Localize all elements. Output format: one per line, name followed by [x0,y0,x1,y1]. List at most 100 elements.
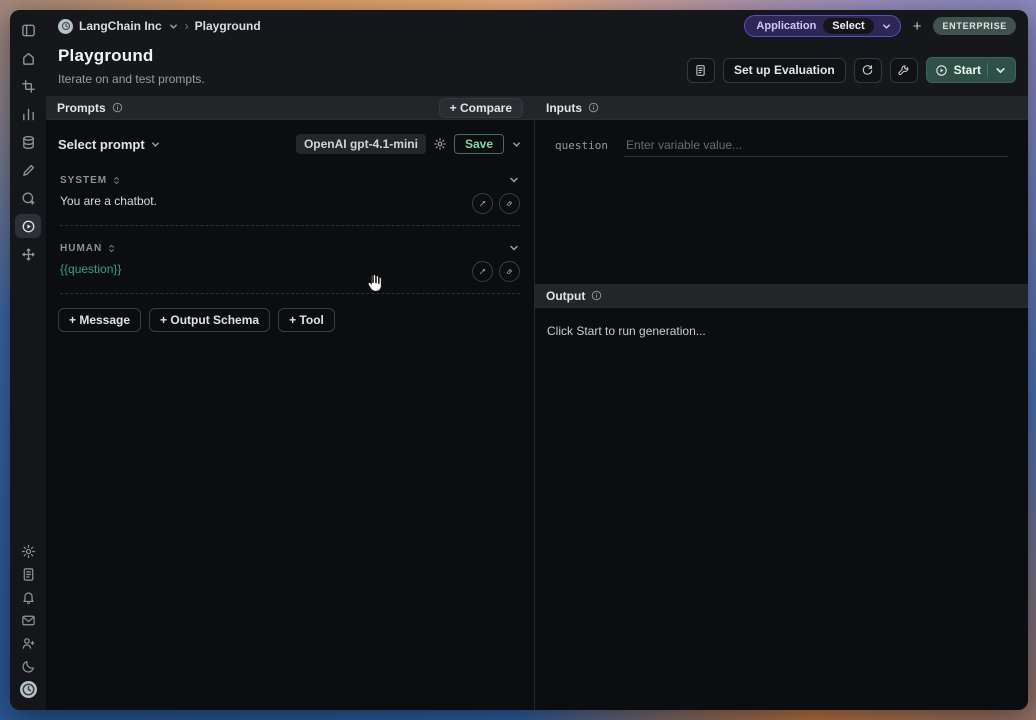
home-icon[interactable] [15,46,41,70]
inputs-title: Inputs [546,101,582,115]
account-avatar-circle [20,681,37,698]
wand-icon [479,266,486,277]
chevron-down-icon[interactable] [881,21,892,32]
sidebar-toggle-icon[interactable] [15,18,41,42]
message-block-system: SYSTEM You are a chatbot. [60,174,520,226]
save-button[interactable]: Save [454,134,504,154]
output-title: Output [546,289,585,303]
datasets-icon[interactable] [15,130,41,154]
add-buttons-row: + Message + Output Schema + Tool [58,308,522,332]
add-button[interactable]: + [911,19,924,34]
docs-icon[interactable] [15,564,41,584]
role-updown-icon[interactable] [112,176,121,185]
prompts-icon[interactable] [15,186,41,210]
wand-button[interactable] [472,193,493,214]
page-subtitle: Iterate on and test prompts. [58,72,205,86]
io-pane: Inputs question Output [535,96,1028,710]
application-value[interactable]: Select [823,18,873,34]
wand-icon [479,198,486,209]
info-icon[interactable] [112,102,123,113]
settings-icon[interactable] [15,541,41,561]
variable-name: question [555,139,608,152]
role-label[interactable]: SYSTEM [60,175,107,186]
application-select[interactable]: Application Select [744,15,900,37]
info-icon[interactable] [591,290,602,301]
setup-evaluation-button[interactable]: Set up Evaluation [723,58,846,83]
prompt-toolbar: Select prompt OpenAI gpt-4.1-mini Save [58,130,522,158]
message-actions [472,193,520,214]
message-body: {{question}} [60,261,520,282]
enterprise-badge: ENTERPRISE [933,17,1016,35]
application-label: Application [756,20,816,32]
deployments-icon[interactable] [15,242,41,266]
title-actions: Set up Evaluation Start [687,57,1016,83]
content-split: Prompts + Compare Select prompt [46,96,1028,710]
title-bar: Playground Iterate on and test prompts. … [46,42,1028,96]
select-prompt-label: Select prompt [58,137,145,152]
dashboards-icon[interactable] [15,102,41,126]
model-settings-gear-icon[interactable] [433,137,447,151]
add-tool-button[interactable]: + Tool [278,308,335,332]
main-area: LangChain Inc › Playground Application S… [46,10,1028,710]
output-body: Click Start to run generation... [535,308,1028,710]
chevron-down-icon[interactable] [511,139,522,150]
org-avatar [58,19,73,34]
prompts-body: Select prompt OpenAI gpt-4.1-mini Save [46,120,534,710]
collapse-chevron-icon[interactable] [508,174,520,186]
select-prompt-dropdown[interactable]: Select prompt [58,137,161,152]
eraser-button[interactable] [499,261,520,282]
eraser-button[interactable] [499,193,520,214]
output-empty-text: Click Start to run generation... [547,324,1016,338]
start-divider [987,63,988,77]
refresh-button[interactable] [854,58,882,83]
commit-doc-button[interactable] [687,58,715,83]
message-content[interactable]: You are a chatbot. [60,193,464,210]
tracing-icon[interactable] [15,74,41,98]
moon-icon[interactable] [15,656,41,676]
prompts-pane: Prompts + Compare Select prompt [46,96,535,710]
playground-icon[interactable] [15,214,41,238]
output-header: Output [535,284,1028,308]
eraser-icon [506,198,513,209]
wrench-icon [897,64,910,77]
title-block: Playground Iterate on and test prompts. [58,46,205,86]
annotation-icon[interactable] [15,158,41,182]
app-window: LangChain Inc › Playground Application S… [10,10,1028,710]
icon-rail [10,10,46,710]
top-right-controls: Application Select + ENTERPRISE [744,15,1016,37]
inputs-header: Inputs [535,96,1028,120]
message-content[interactable]: {{question}} [60,261,464,278]
role-label[interactable]: HUMAN [60,243,102,254]
account-avatar[interactable] [15,679,41,699]
invite-user-icon[interactable] [15,633,41,653]
tools-button[interactable] [890,58,918,83]
notifications-icon[interactable] [15,587,41,607]
variable-value-input[interactable] [624,134,1008,157]
top-bar: LangChain Inc › Playground Application S… [46,10,1028,42]
message-actions [472,261,520,282]
compare-button[interactable]: + Compare [439,98,523,118]
model-selector[interactable]: OpenAI gpt-4.1-mini [296,134,426,154]
refresh-icon [861,64,874,77]
start-button[interactable]: Start [926,57,1016,83]
play-circle-icon [935,64,948,77]
start-label: Start [954,63,981,77]
add-message-button[interactable]: + Message [58,308,141,332]
message-head: HUMAN [60,242,520,254]
desktop: { "breadcrumb": { "org": "LangChain Inc"… [0,0,1036,720]
role-updown-icon[interactable] [107,244,116,253]
info-icon[interactable] [588,102,599,113]
collapse-chevron-icon[interactable] [508,242,520,254]
breadcrumb-page[interactable]: Playground [195,19,261,33]
wand-button[interactable] [472,261,493,282]
mail-icon[interactable] [15,610,41,630]
prompts-title: Prompts [57,101,106,115]
prompts-header: Prompts + Compare [46,96,534,120]
message-head: SYSTEM [60,174,520,186]
message-body: You are a chatbot. [60,193,520,214]
breadcrumb-org[interactable]: LangChain Inc [79,19,162,33]
chevron-down-icon[interactable] [168,21,179,32]
chevron-down-icon[interactable] [994,64,1007,77]
page-title: Playground [58,46,205,66]
add-output-schema-button[interactable]: + Output Schema [149,308,270,332]
